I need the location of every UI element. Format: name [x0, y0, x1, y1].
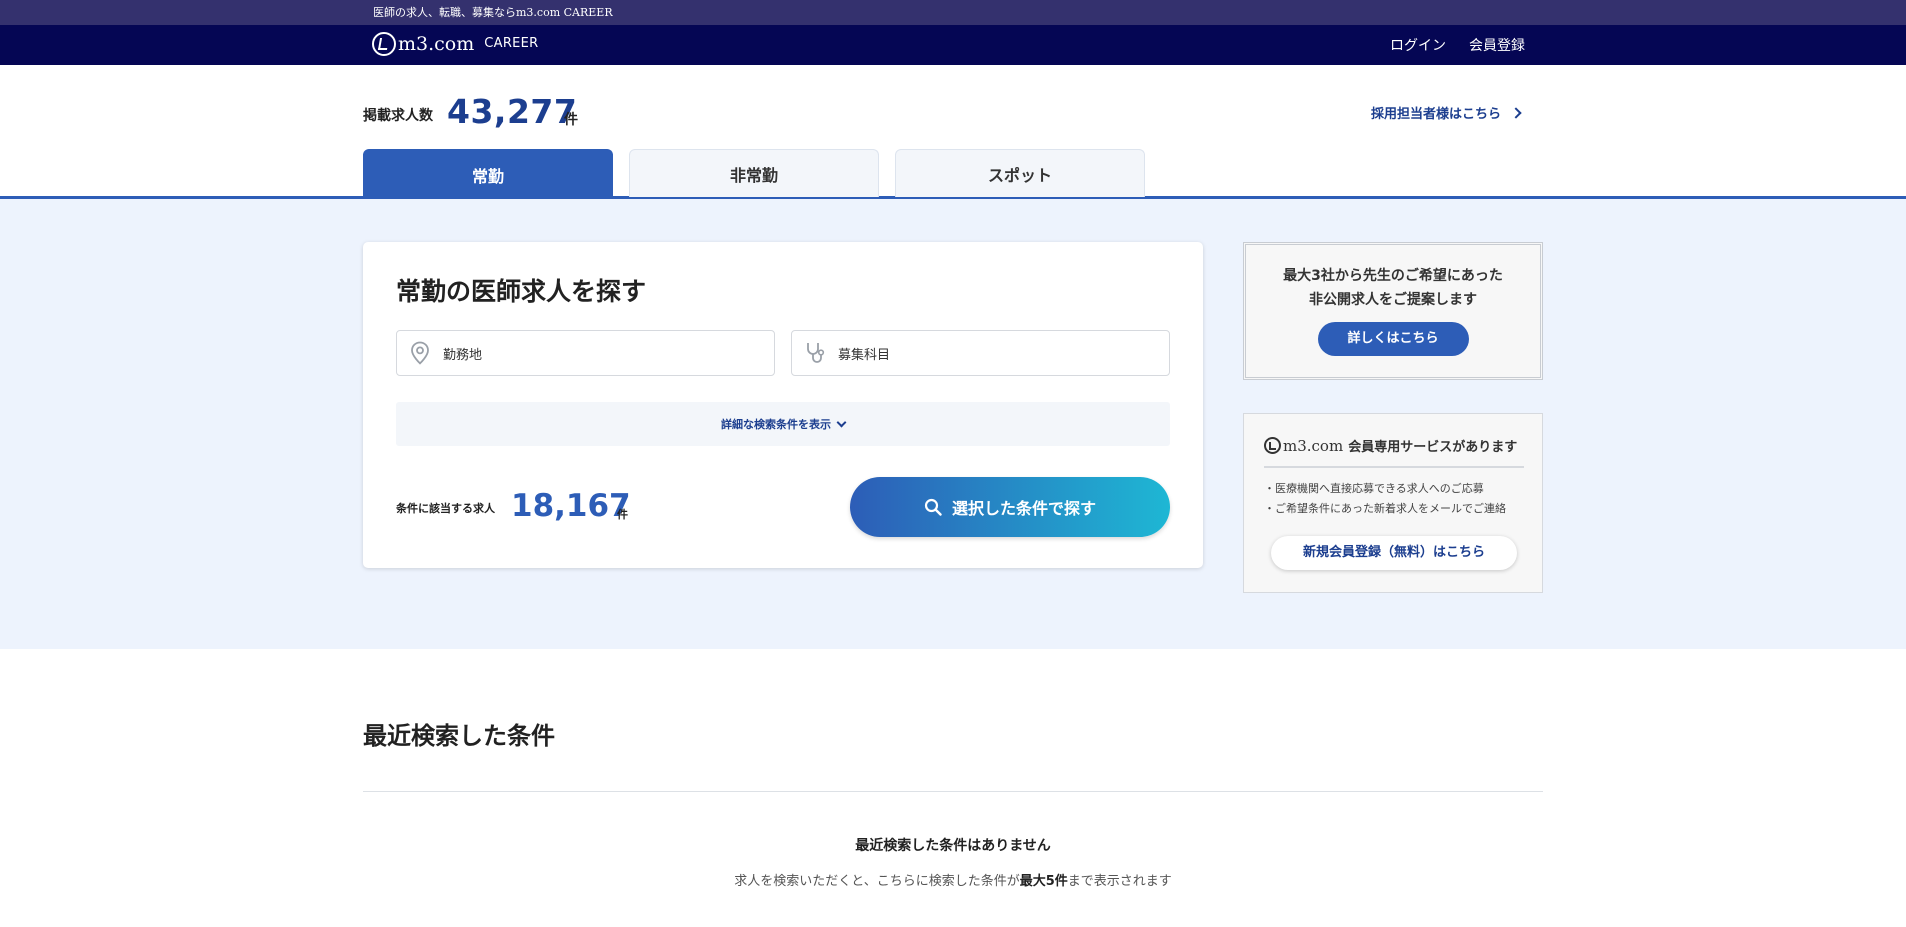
- register-link[interactable]: 会員登録: [1469, 35, 1525, 55]
- list-item: ・ご希望条件にあった新着求人をメールでご連絡: [1264, 502, 1506, 515]
- site-tagline: 医師の求人、転職、募集ならm3.com CAREER: [0, 0, 1906, 25]
- m3-logo-icon: [1264, 437, 1281, 454]
- m3-logo-icon: [372, 32, 396, 56]
- specialty-field[interactable]: 募集科目: [791, 330, 1170, 376]
- tab-parttime[interactable]: 非常勤: [629, 149, 879, 197]
- recruiter-link[interactable]: 採用担当者様はこちら: [1370, 103, 1522, 122]
- chevron-down-icon: [836, 417, 847, 427]
- match-count-label: 条件に該当する求人: [396, 502, 495, 515]
- search-section: 常勤の医師求人を探す 勤務地 募集科目 詳細な検索条件を表示 条件に該当する求人…: [0, 199, 1906, 649]
- divider: [1264, 466, 1524, 468]
- match-count-unit: 件: [617, 508, 628, 521]
- job-count: 43,277: [447, 92, 578, 131]
- job-stats: 掲載求人数 43,277 件 採用担当者様はこちら: [0, 65, 1906, 149]
- login-link[interactable]: ログイン: [1390, 35, 1446, 55]
- specialty-field-label: 募集科目: [838, 347, 891, 363]
- job-count-label: 掲載求人数: [363, 108, 433, 124]
- match-count: 18,167: [511, 488, 631, 524]
- recent-searches-title: 最近検索した条件: [363, 722, 555, 750]
- member-benefits-list: ・医療機関へ直接応募できる求人へのご応募 ・ご希望条件にあった新着求人をメールで…: [1264, 479, 1506, 519]
- tab-fulltime[interactable]: 常勤: [363, 149, 613, 199]
- detail-toggle-label: 詳細な検索条件を表示: [721, 418, 831, 431]
- recent-desc-before: 求人を検索いただくと、こちらに検索した条件が: [734, 874, 1020, 889]
- recent-searches-empty: 最近検索した条件はありません: [855, 838, 1051, 854]
- member-services-heading: m3.com 会員専用サービスがあります: [1264, 436, 1524, 455]
- recent-searches-desc: 求人を検索いただくと、こちらに検索した条件が最大5件まで表示されます: [0, 870, 1906, 889]
- detail-conditions-toggle[interactable]: 詳細な検索条件を表示: [396, 402, 1170, 446]
- private-job-promo: 最大3社から先生のご希望にあった 非公開求人をご提案します 詳しくはこちら: [1243, 242, 1543, 380]
- list-item: ・医療機関へ直接応募できる求人へのご応募: [1264, 482, 1484, 495]
- location-field-label: 勤務地: [443, 347, 483, 363]
- recent-searches-section: 最近検索した条件 最近検索した条件はありません 求人を検索いただくと、こちらに検…: [0, 649, 1906, 927]
- logo-career-text: CAREER: [484, 35, 539, 51]
- member-logo-m3: m3.com: [1283, 436, 1344, 455]
- chevron-right-icon: [1510, 106, 1522, 119]
- recent-desc-bold: 最大5件: [1019, 874, 1068, 889]
- member-services-box: m3.com 会員専用サービスがあります ・医療機関へ直接応募できる求人へのご応…: [1243, 413, 1543, 593]
- job-count-unit: 件: [564, 112, 578, 128]
- location-pin-icon: [407, 340, 433, 366]
- employment-tabs: 常勤 非常勤 スポット: [0, 149, 1906, 199]
- tab-spot[interactable]: スポット: [895, 149, 1145, 197]
- header-nav: ログイン 会員登録: [1390, 25, 1525, 65]
- site-header: m3.com CAREER ログイン 会員登録: [0, 25, 1906, 65]
- stethoscope-icon: [802, 340, 828, 366]
- promo-details-button[interactable]: 詳しくはこちら: [1317, 322, 1469, 356]
- logo-m3-text: m3.com: [398, 33, 475, 55]
- search-card: 常勤の医師求人を探す 勤務地 募集科目 詳細な検索条件を表示 条件に該当する求人…: [363, 242, 1203, 568]
- search-icon: [924, 498, 942, 516]
- m3-career-logo[interactable]: m3.com CAREER: [372, 32, 539, 56]
- search-title: 常勤の医師求人を探す: [396, 277, 647, 306]
- divider: [363, 791, 1543, 792]
- promo-line-1: 最大3社から先生のご希望にあった: [1283, 268, 1503, 284]
- recent-desc-after: まで表示されます: [1067, 874, 1172, 889]
- recruiter-link-label: 採用担当者様はこちら: [1370, 107, 1501, 122]
- search-button-label: 選択した条件で探す: [951, 499, 1096, 518]
- member-heading-text: 会員専用サービスがあります: [1348, 440, 1518, 455]
- search-button[interactable]: 選択した条件で探す: [850, 477, 1170, 537]
- location-field[interactable]: 勤務地: [396, 330, 775, 376]
- promo-line-2: 非公開求人をご提案します: [1309, 292, 1477, 308]
- new-member-register-button[interactable]: 新規会員登録（無料）はこちら: [1271, 536, 1517, 570]
